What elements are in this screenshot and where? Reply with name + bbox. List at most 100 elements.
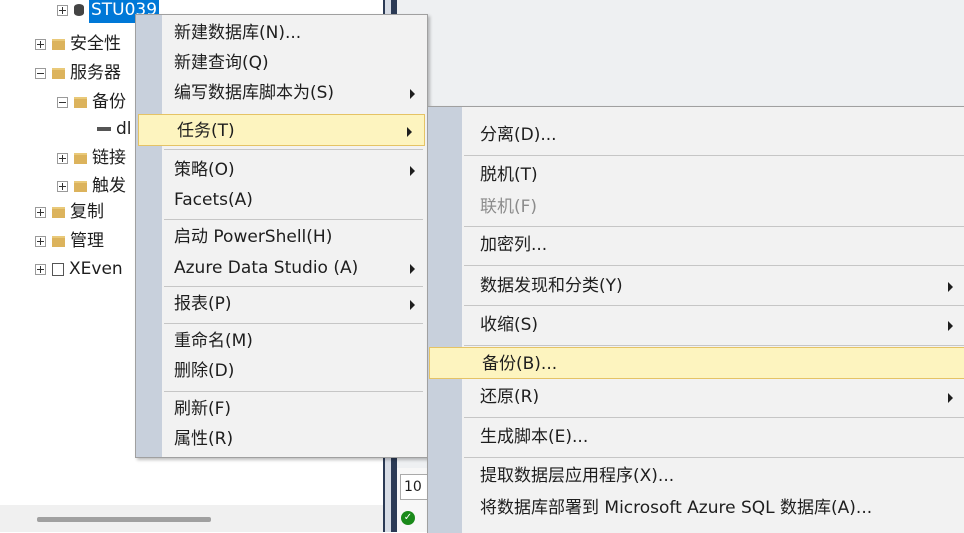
expand-icon[interactable] <box>35 206 46 218</box>
menu-item-label: Facets(A) <box>174 190 253 210</box>
menu-item-label: 策略(O) <box>174 160 235 180</box>
expand-icon[interactable] <box>57 152 68 164</box>
menu-item-delete[interactable]: 删除(D) <box>136 355 427 387</box>
folder-icon <box>52 67 65 79</box>
tree-node-label: dl <box>116 119 132 139</box>
expand-icon[interactable] <box>35 38 46 50</box>
menu-item-shrink[interactable]: 收缩(S) <box>428 309 964 341</box>
tree-node-label: 复制 <box>70 202 104 222</box>
menu-item-label: 刷新(F) <box>174 399 232 419</box>
menu-item-detach[interactable]: 分离(D)... <box>428 119 964 151</box>
menu-separator <box>464 155 964 156</box>
submenu-arrow-icon <box>407 127 412 137</box>
submenu-arrow-icon <box>948 282 953 292</box>
menu-item-label: Azure Data Studio (A) <box>174 258 359 278</box>
menu-item-start-powershell[interactable]: 启动 PowerShell(H) <box>136 221 427 253</box>
menu-item-label: 将数据库部署到 Microsoft Azure SQL 数据库(A)... <box>480 498 873 518</box>
tree-node-label: 安全性 <box>70 34 121 54</box>
tasks-submenu: 分离(D)... 脱机(T) 联机(F) 加密列... 数据发现和分类(Y) 收… <box>427 106 964 533</box>
menu-item-label: 启动 PowerShell(H) <box>174 227 333 247</box>
tree-node-label: 服务器 <box>70 63 121 83</box>
menu-item-label: 重命名(M) <box>174 331 253 351</box>
menu-separator <box>164 323 423 324</box>
menu-item-label: 备份(B)... <box>482 354 558 374</box>
tree-node-label: 备份 <box>92 92 126 112</box>
tree-node-label: 链接 <box>92 148 126 168</box>
expand-icon[interactable] <box>57 4 68 16</box>
tree-node-device[interactable]: dl <box>97 116 132 142</box>
tree-node-xevent[interactable]: XEven <box>35 256 123 282</box>
tree-node-linked-servers[interactable]: 链接 <box>57 145 126 171</box>
menu-item-facets[interactable]: Facets(A) <box>136 184 427 216</box>
submenu-arrow-icon <box>410 166 415 176</box>
menu-item-take-offline[interactable]: 脱机(T) <box>428 159 964 191</box>
menu-separator <box>464 345 964 346</box>
menu-item-data-discovery[interactable]: 数据发现和分类(Y) <box>428 270 964 302</box>
expand-icon[interactable] <box>35 235 46 247</box>
menu-separator <box>164 219 423 220</box>
tree-node-replication[interactable]: 复制 <box>35 199 104 225</box>
tree-node-label: 触发 <box>92 176 126 196</box>
menu-item-label: 加密列... <box>480 235 548 255</box>
menu-item-deploy-azure[interactable]: 将数据库部署到 Microsoft Azure SQL 数据库(A)... <box>428 492 964 524</box>
menu-item-rename[interactable]: 重命名(M) <box>136 325 427 357</box>
menu-item-label: 联机(F) <box>480 197 538 217</box>
folder-icon <box>52 38 65 50</box>
menu-item-label: 数据发现和分类(Y) <box>480 276 623 296</box>
menu-separator <box>164 391 423 392</box>
collapse-icon[interactable] <box>57 96 68 108</box>
menu-item-label: 新建查询(Q) <box>174 53 269 73</box>
menu-item-label: 还原(R) <box>480 387 540 407</box>
menu-item-label: 生成脚本(E)... <box>480 427 589 447</box>
menu-item-extract-data-tier[interactable]: 提取数据层应用程序(X)... <box>428 460 964 492</box>
menu-separator <box>464 417 964 418</box>
menu-separator <box>464 457 964 458</box>
menu-item-label: 分离(D)... <box>480 125 557 145</box>
database-context-menu: 新建数据库(N)... 新建查询(Q) 编写数据库脚本为(S) 任务(T) 策略… <box>135 14 428 458</box>
tree-node-server-objects[interactable]: 服务器 <box>35 60 121 86</box>
menu-item-new-query[interactable]: 新建查询(Q) <box>136 47 427 79</box>
menu-item-properties[interactable]: 属性(R) <box>136 423 427 455</box>
query-success-icon: ✓ <box>401 511 415 525</box>
submenu-arrow-icon <box>410 264 415 274</box>
tree-node-backup-devices[interactable]: 备份 <box>57 89 126 115</box>
folder-icon <box>52 206 65 218</box>
menu-item-label: 收缩(S) <box>480 315 539 335</box>
menu-separator <box>464 305 964 306</box>
menu-item-label: 删除(D) <box>174 361 235 381</box>
submenu-arrow-icon <box>948 393 953 403</box>
submenu-arrow-icon <box>410 89 415 99</box>
tree-node-triggers[interactable]: 触发 <box>57 173 126 199</box>
menu-item-script-database-as[interactable]: 编写数据库脚本为(S) <box>136 77 427 109</box>
expand-icon[interactable] <box>35 263 46 275</box>
menu-item-tasks[interactable]: 任务(T) <box>138 114 425 146</box>
collapse-icon[interactable] <box>35 67 46 79</box>
menu-separator <box>464 265 964 266</box>
menu-item-label: 报表(P) <box>174 294 232 314</box>
folder-icon <box>74 96 87 108</box>
menu-separator <box>464 226 964 227</box>
menu-item-label: 任务(T) <box>177 121 235 141</box>
menu-item-bring-online: 联机(F) <box>428 191 964 223</box>
menu-item-label: 属性(R) <box>174 429 234 449</box>
menu-item-azure-data-studio[interactable]: Azure Data Studio (A) <box>136 252 427 284</box>
horizontal-scrollbar-thumb[interactable] <box>37 517 211 522</box>
menu-item-label: 提取数据层应用程序(X)... <box>480 466 675 486</box>
tree-node-management[interactable]: 管理 <box>35 228 104 254</box>
menu-item-reports[interactable]: 报表(P) <box>136 288 427 320</box>
menu-item-policies[interactable]: 策略(O) <box>136 154 427 186</box>
backup-device-icon <box>97 127 111 131</box>
menu-item-new-database[interactable]: 新建数据库(N)... <box>136 17 427 49</box>
database-icon <box>74 4 84 16</box>
menu-item-backup[interactable]: 备份(B)... <box>429 347 964 379</box>
menu-item-generate-scripts[interactable]: 生成脚本(E)... <box>428 421 964 453</box>
tree-node-security[interactable]: 安全性 <box>35 31 121 57</box>
menu-item-label: 新建数据库(N)... <box>174 23 302 43</box>
menu-item-label: 编写数据库脚本为(S) <box>174 83 335 103</box>
expand-icon[interactable] <box>57 180 68 192</box>
menu-item-restore[interactable]: 还原(R) <box>428 381 964 413</box>
menu-separator <box>164 149 423 150</box>
menu-item-refresh[interactable]: 刷新(F) <box>136 393 427 425</box>
menu-item-encrypt-columns[interactable]: 加密列... <box>428 229 964 261</box>
folder-icon <box>74 180 87 192</box>
